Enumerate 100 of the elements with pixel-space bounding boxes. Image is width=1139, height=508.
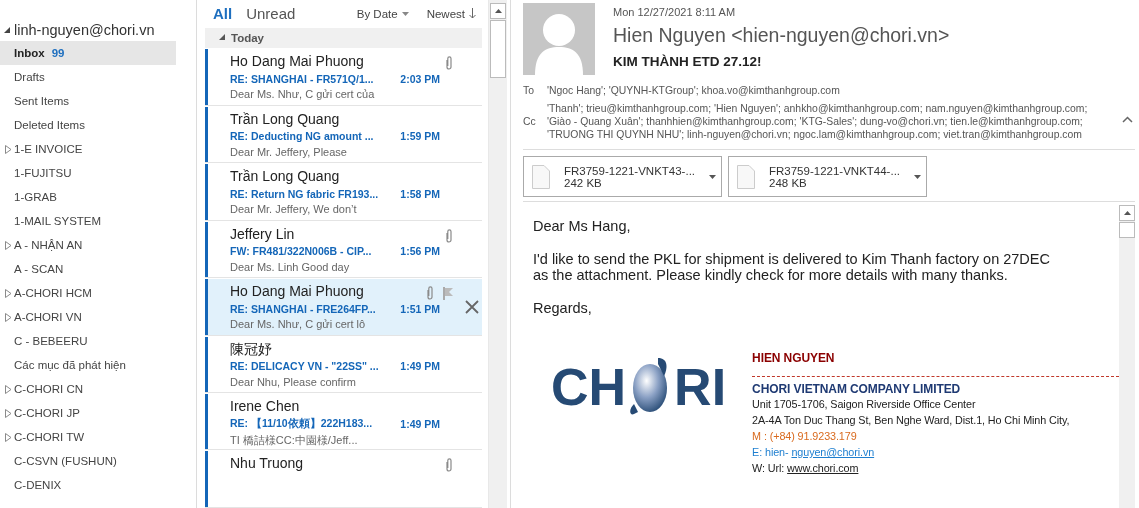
subject-line: FW: FR481/322N006B - CIP... bbox=[230, 245, 372, 258]
file-icon bbox=[532, 164, 550, 189]
folder-item[interactable]: 1-E INVOICE bbox=[0, 137, 176, 161]
folder-item[interactable]: Các mục đã phát hiện bbox=[0, 353, 176, 377]
up-arrow-icon bbox=[494, 9, 502, 13]
received-time: 1:56 PM bbox=[399, 245, 440, 258]
sender-name: Ho Dang Mai Phuong bbox=[230, 53, 364, 72]
folder-item[interactable]: Deleted Items bbox=[0, 113, 176, 137]
sender-name: Trần Long Quang bbox=[230, 110, 340, 129]
cc-label: Cc bbox=[523, 116, 537, 127]
email-subject: KIM THÀNH ETD 27.12! bbox=[613, 54, 763, 69]
flag-icon[interactable] bbox=[443, 286, 454, 300]
folder-item[interactable]: Sent Items bbox=[0, 89, 176, 113]
folder-item[interactable]: 1-GRAB bbox=[0, 185, 176, 209]
down-arrow-icon bbox=[469, 8, 476, 20]
folder-item[interactable]: C-CHORI JP bbox=[0, 401, 176, 425]
message-item[interactable]: Irene Chen RE: 【11/10依頼】222H183... 1:49 PM TI 橋詰様CC:中園様/Jeff... bbox=[205, 394, 482, 451]
company-name: CHORI VIETNAM COMPANY LIMITED bbox=[752, 382, 962, 396]
delete-icon[interactable] bbox=[465, 300, 479, 315]
caret-icon bbox=[709, 174, 717, 179]
subject-line: RE: Return NG fabric FR193... bbox=[230, 187, 379, 200]
message-preview: Dear Ms. Như, C gửi cert của bbox=[230, 88, 376, 101]
message-preview: Dear Ms. Linh Good day bbox=[230, 260, 351, 273]
scroll-up-button[interactable] bbox=[490, 3, 506, 19]
sender-name: Hien Nguyen <hien-nguyen@chori.vn> bbox=[613, 24, 950, 47]
account-name[interactable]: linh-nguyen@chori.vn bbox=[14, 22, 155, 38]
closing-text: Regards, bbox=[533, 300, 593, 316]
folder-item[interactable]: A-CHORI HCM bbox=[0, 281, 176, 305]
message-preview: Dear Mr. Jeffery, We don’t bbox=[230, 203, 358, 216]
attachment-button[interactable]: FR3759-1221-VNKT43-... 242 KB bbox=[523, 156, 722, 197]
received-time: 1:49 PM bbox=[399, 360, 440, 372]
sender-name: Ho Dang Mai Phuong bbox=[230, 283, 364, 302]
received-time: 1:59 PM bbox=[399, 130, 440, 143]
caret-icon bbox=[914, 174, 922, 179]
email-link[interactable]: nguyen@chori.vn bbox=[791, 446, 875, 458]
filter-tab[interactable]: Unread bbox=[246, 5, 296, 23]
subject-line: RE: Deducting NG amount ... bbox=[230, 130, 374, 143]
folder-item[interactable]: C-CHORI TW bbox=[0, 425, 176, 449]
subject-line: RE: 【11/10依頼】222H183... bbox=[230, 416, 373, 431]
avatar-icon bbox=[523, 3, 595, 75]
message-preview: Dear Mr. Jeffery, Please bbox=[230, 145, 348, 158]
website-link[interactable]: www.chori.com bbox=[787, 462, 859, 474]
received-time: 1:58 PM bbox=[399, 187, 440, 200]
website-label: W: Url: bbox=[752, 462, 785, 474]
sender-name: Trần Long Quang bbox=[230, 168, 340, 187]
address-line: Unit 1705-1706, Saigon Riverside Office Center bbox=[752, 397, 977, 412]
body-paragraph: I'd like to send the PKL for shipment is delivered to Kim Thanh factory on 27DEC as the attachment. Please kindly check for more details with many thanks. bbox=[533, 251, 1051, 283]
message-item[interactable]: Ho Dang Mai Phuong RE: SHANGHAI - FR571Q/1... 2:03 PM Dear Ms. Như, C gửi cert của bbox=[205, 49, 482, 106]
attachment-button[interactable]: FR3759-1221-VNKT44-... 248 KB bbox=[728, 156, 927, 197]
scroll-up-button[interactable] bbox=[1119, 205, 1135, 221]
message-item[interactable]: Jeffery Lin FW: FR481/322N006B - CIP... 1:56 PM Dear Ms. Linh Good day bbox=[205, 221, 482, 279]
subject-line: RE: SHANGHAI - FRE264FP... bbox=[230, 302, 376, 315]
sender-name: 陳冠妤 bbox=[230, 340, 272, 359]
folder-item[interactable]: Drafts bbox=[0, 65, 176, 89]
message-item[interactable]: Ho Dang Mai Phuong RE: SHANGHAI - FRE264FP... 1:51 PM Dear Ms. Như, C gửi cert lô bbox=[205, 279, 482, 336]
signature-name: HIEN NGUYEN bbox=[752, 350, 836, 366]
greeting-text: Dear Ms Hang, bbox=[533, 218, 632, 234]
sent-date: Mon 12/27/2021 8:11 AM bbox=[613, 6, 737, 18]
subject-line: RE: SHANGHAI - FR571Q/1... bbox=[230, 72, 374, 85]
message-item[interactable]: Nhu Truong bbox=[205, 451, 482, 508]
folder-item[interactable]: A - SCAN bbox=[0, 257, 176, 281]
received-time: 1:49 PM bbox=[399, 417, 440, 430]
message-item[interactable]: Trần Long Quang RE: Return NG fabric FR193... 1:58 PM Dear Mr. Jeffery, We don’t bbox=[205, 164, 482, 221]
message-preview: Dear Ms. Như, C gửi cert lô bbox=[230, 318, 367, 331]
scroll-thumb[interactable] bbox=[490, 20, 506, 78]
sort-button[interactable]: By Date bbox=[356, 7, 409, 20]
group-header[interactable]: Today bbox=[205, 27, 482, 49]
scroll-thumb[interactable] bbox=[1119, 222, 1135, 238]
sender-name: Jeffery Lin bbox=[230, 225, 295, 244]
folder-item[interactable]: C-DENIX bbox=[0, 473, 176, 497]
address-line: 2A-4A Ton Duc Thang St, Ben Nghe Ward, Dist.1, Ho Chi Minh City, bbox=[752, 413, 1071, 428]
subject-line: RE: DELICACY VN - "22SS" ... bbox=[230, 360, 379, 372]
folder-item[interactable]: 1-MAIL SYSTEM bbox=[0, 209, 176, 233]
folder-item[interactable]: C-CSVN (FUSHUN) bbox=[0, 449, 176, 473]
message-item[interactable]: Trần Long Quang RE: Deducting NG amount ... 1:59 PM Dear Mr. Jeffery, Please bbox=[205, 106, 482, 164]
received-time: 1:51 PM bbox=[399, 302, 440, 315]
folder-item[interactable]: Inbox 99 bbox=[0, 41, 176, 65]
sender-name: Nhu Truong bbox=[230, 455, 304, 474]
message-preview: Dear Nhu, Please confirm bbox=[230, 375, 357, 388]
folder-item[interactable]: C - BEBEERU bbox=[0, 329, 176, 353]
folder-item[interactable]: C-CHORI CN bbox=[0, 377, 176, 401]
to-label: To bbox=[523, 84, 535, 96]
recipient-list: 'Ngoc Hang'; 'QUYNH-KTGroup'; khoa.vo@kimthanhgroup.com bbox=[547, 83, 840, 97]
company-logo: CH RI bbox=[551, 357, 727, 418]
up-arrow-icon bbox=[1123, 211, 1131, 215]
folder-item[interactable]: A-CHORI VN bbox=[0, 305, 176, 329]
caret-icon bbox=[401, 11, 409, 16]
phone-number: M : (+84) 91.9233.179 bbox=[752, 429, 858, 444]
chevron-up-icon[interactable] bbox=[1122, 116, 1133, 123]
scrollbar[interactable] bbox=[1119, 205, 1135, 508]
folder-item[interactable]: 1-FUJITSU bbox=[0, 161, 176, 185]
filter-tab[interactable]: All bbox=[213, 5, 233, 23]
email-label: E: hien- bbox=[752, 446, 789, 458]
recipient-list: 'Thanh'; trieu@kimthanhgroup.com; 'Hien Nguyen'; anhkho@kimthanhgroup.com; nam.nguyen@kimthanhgroup.com; 'Giào - Quang Xuân'; thanhhien@kimthanhgroup.com; 'KTG-Sales'; dung-vo@chori.vn; tien.le@kimthanhgroup.com; 'TRUONG THI QUYNH NHU'; linh-nguyen@chori.vn; ngoc.lam@kimthanhgroup.com; viet.tran@kimthanhgroup.com bbox=[547, 102, 1088, 141]
file-icon bbox=[737, 164, 755, 189]
folder-item[interactable]: A - NHẬN AN bbox=[0, 233, 176, 257]
message-item[interactable]: 陳冠妤 RE: DELICACY VN - "22SS" ... 1:49 PM Dear Nhu, Please confirm bbox=[205, 336, 482, 393]
order-button[interactable]: Newest bbox=[426, 7, 476, 20]
sender-name: Irene Chen bbox=[230, 398, 300, 416]
scrollbar[interactable] bbox=[488, 0, 507, 508]
